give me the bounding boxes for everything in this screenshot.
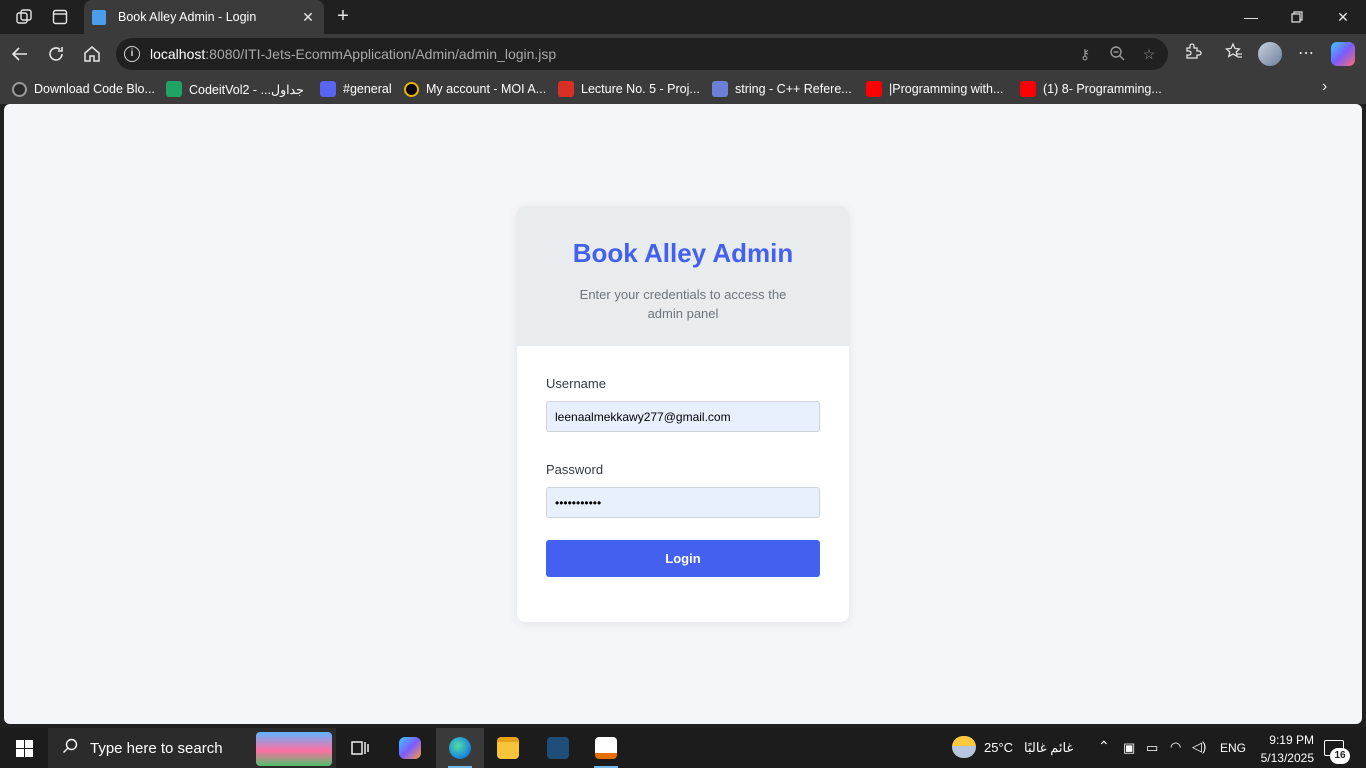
- refresh-icon[interactable]: [44, 42, 68, 66]
- zoom-icon[interactable]: [1108, 45, 1126, 63]
- cplusplus-icon: [712, 81, 728, 97]
- taskbar-search[interactable]: Type here to search: [48, 728, 336, 768]
- bookmark-item[interactable]: Download Code Blo...: [12, 80, 155, 98]
- minimize-icon[interactable]: —: [1228, 0, 1274, 34]
- favorite-star-icon[interactable]: ☆: [1140, 45, 1158, 63]
- wifi-icon[interactable]: ◠: [1170, 739, 1181, 755]
- close-window-icon[interactable]: ✕: [1320, 0, 1366, 34]
- chevron-right-icon[interactable]: ›: [1322, 78, 1327, 96]
- pdf-icon: [558, 81, 574, 97]
- password-input[interactable]: [546, 487, 820, 518]
- edge-app-icon[interactable]: [436, 728, 484, 768]
- bookmark-icon: [12, 81, 27, 97]
- sheets-icon: [166, 81, 182, 97]
- tab-actions-icon[interactable]: [49, 6, 71, 28]
- file-explorer-icon[interactable]: [484, 728, 532, 768]
- login-card-header: Book Alley Admin Enter your credentials …: [517, 206, 849, 346]
- bookmark-item[interactable]: (1) 8- Programming...: [1020, 80, 1162, 98]
- extensions-icon[interactable]: [1181, 42, 1205, 66]
- search-placeholder: Type here to search: [90, 739, 223, 757]
- workspaces-icon[interactable]: [13, 6, 35, 28]
- task-view-icon[interactable]: [336, 728, 384, 768]
- url-text[interactable]: localhost:8080/ITI-Jets-EcommApplication…: [150, 46, 556, 62]
- bookmark-item[interactable]: string - C++ Refere...: [712, 80, 852, 98]
- copilot-app-icon[interactable]: [386, 728, 434, 768]
- username-label: Username: [546, 376, 606, 391]
- volume-icon[interactable]: ◁): [1192, 739, 1206, 755]
- username-input[interactable]: [546, 401, 820, 432]
- weather-icon[interactable]: [952, 736, 976, 758]
- copilot-icon[interactable]: [1331, 42, 1355, 66]
- browser-toolbar: i localhost:8080/ITI-Jets-EcommApplicati…: [0, 34, 1366, 74]
- moi-icon: [404, 81, 419, 97]
- weather-description[interactable]: غائم غالبًا: [1024, 740, 1073, 756]
- search-highlight-image: [256, 732, 332, 766]
- java-app-icon[interactable]: [582, 728, 630, 768]
- youtube-icon: [1020, 81, 1036, 97]
- taskbar-clock[interactable]: 9:19 PM 5/13/2025: [1250, 731, 1314, 767]
- clock-date: 5/13/2025: [1260, 751, 1314, 765]
- windows-start-icon[interactable]: [16, 740, 33, 757]
- browser-title-bar: Book Alley Admin - Login ✕ + — ✕: [0, 0, 1366, 34]
- tab-title: Book Alley Admin - Login: [118, 10, 257, 24]
- bookmark-item[interactable]: #general: [320, 80, 392, 98]
- clock-time: 9:19 PM: [1269, 733, 1314, 747]
- page-favicon-icon: [92, 9, 106, 25]
- more-options-icon[interactable]: ⋯: [1294, 42, 1318, 66]
- discord-icon: [320, 81, 336, 97]
- login-form: Username Password Login: [517, 346, 849, 577]
- site-info-icon[interactable]: i: [124, 46, 140, 62]
- page-title: Book Alley Admin: [572, 238, 794, 268]
- back-arrow-icon[interactable]: [8, 42, 32, 66]
- bookmark-item[interactable]: CodeitVol2 - ...جداول: [166, 80, 304, 98]
- new-tab-icon[interactable]: +: [332, 4, 354, 28]
- camera-icon[interactable]: ▣: [1123, 740, 1135, 756]
- restore-icon[interactable]: [1274, 0, 1320, 34]
- home-icon[interactable]: [80, 42, 104, 66]
- bookmarks-bar: Download Code Blo... CodeitVol2 - ...جدا…: [0, 74, 1366, 104]
- address-bar[interactable]: i localhost:8080/ITI-Jets-EcommApplicati…: [116, 38, 1168, 70]
- favorites-icon[interactable]: [1222, 42, 1246, 66]
- page-subtitle: Enter your credentials to access the adm…: [579, 287, 787, 321]
- chevron-up-icon[interactable]: ⌃: [1098, 738, 1110, 755]
- key-icon[interactable]: ⚷: [1076, 45, 1094, 63]
- language-indicator[interactable]: ENG: [1220, 741, 1246, 755]
- youtube-icon: [866, 81, 882, 97]
- battery-icon[interactable]: ▭: [1146, 740, 1158, 756]
- login-button[interactable]: Login: [546, 540, 820, 577]
- password-label: Password: [546, 462, 604, 477]
- profile-avatar[interactable]: [1258, 42, 1282, 66]
- bookmark-item[interactable]: My account - MOI A...: [404, 80, 546, 98]
- windows-taskbar: Type here to search 25°C غائم غالبًا ⌃ ▣…: [0, 728, 1366, 768]
- login-card: Book Alley Admin Enter your credentials …: [517, 206, 849, 622]
- page-viewport: Book Alley Admin Enter your credentials …: [4, 104, 1362, 724]
- bookmark-item[interactable]: Lecture No. 5 - Proj...: [558, 80, 700, 98]
- notification-count-badge: 16: [1330, 748, 1350, 764]
- active-tab[interactable]: Book Alley Admin - Login ✕: [84, 0, 324, 34]
- search-icon: [62, 738, 78, 759]
- bookmark-item[interactable]: |Programming with...: [866, 80, 1003, 98]
- vscode-style-app-icon[interactable]: [534, 728, 582, 768]
- tab-close-icon[interactable]: ✕: [296, 9, 320, 26]
- weather-temp[interactable]: 25°C: [984, 740, 1013, 755]
